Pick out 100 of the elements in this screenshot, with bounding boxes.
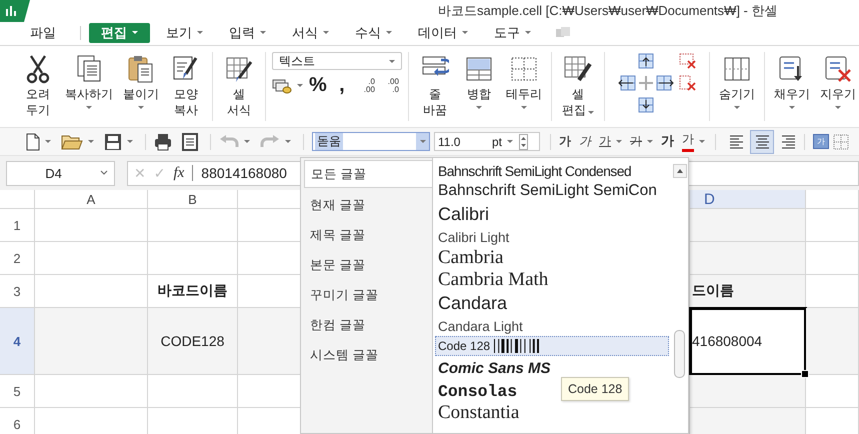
cell-text: 416808004 [692,333,762,349]
caret-icon [127,140,133,143]
ribbon-button[interactable]: 오려 두기 [18,50,58,120]
insert-above-icon[interactable] [638,53,654,69]
font-name-field[interactable]: 돋움 [312,132,430,151]
delete-row-icon[interactable] [679,53,698,69]
column-header[interactable]: A [35,190,148,209]
ribbon-button[interactable]: 모양 복사 [166,50,206,120]
print-icon[interactable] [154,132,172,150]
save-icon[interactable] [104,132,122,150]
text-style-button[interactable]: 가 [661,132,674,151]
new-document-icon[interactable] [26,132,40,150]
column-header[interactable]: D [690,190,806,209]
format-button[interactable]: % [308,74,327,97]
corner-cell[interactable] [0,190,35,209]
text-style-button[interactable]: 가 [599,132,611,150]
menu-tab[interactable]: 편집 [89,22,150,42]
caret-icon [244,140,250,143]
money-icon [272,76,292,94]
row-header[interactable]: 4 [0,308,35,375]
table-cell [806,209,859,242]
dotted-grid-icon[interactable] [833,132,849,150]
number-format-dropdown[interactable]: 텍스트 [272,52,402,70]
insert-below-icon[interactable] [638,97,654,113]
font-list-item[interactable]: Bahnschrift SemiLight SemiCon [435,180,658,202]
align-center-icon[interactable] [750,130,774,154]
menu-tab[interactable]: 수식 [345,22,402,42]
formula-input[interactable]: 88014168080 [201,165,287,181]
font-category-item[interactable]: 본문 글꼴 [304,252,432,278]
font-list-item[interactable]: Constantia [435,402,520,424]
decimal-button[interactable]: .0 .00 [356,78,375,94]
format-button[interactable]: , [332,74,351,97]
spinner-icon[interactable] [519,134,528,150]
font-category-item[interactable]: 시스템 글꼴 [304,342,432,368]
menu-tab[interactable]: 도구 [484,22,541,42]
function-button[interactable]: fx [173,164,184,182]
text-style-button[interactable]: 가 [559,132,571,150]
font-list-item[interactable]: Cambria [435,247,504,269]
currency-button[interactable] [272,76,303,94]
font-category-item[interactable]: 꾸미기 글꼴 [304,282,432,308]
font-category-item[interactable]: 제목 글꼴 [304,222,432,248]
text-style-button[interactable]: 가 [682,131,694,152]
cell-text: CODE128 [160,333,224,349]
row-header[interactable]: 1 [0,209,35,242]
scroll-up-icon[interactable] [672,164,686,178]
chevron-icon [100,170,108,176]
ribbon-button[interactable]: 셀 편집 [558,50,598,120]
font-list-item[interactable]: Calibri Light [435,227,510,247]
ribbon-button[interactable]: 숨기기 [716,50,758,111]
folder-icon[interactable] [61,134,83,150]
text-style-button[interactable]: 가 [630,132,642,150]
row-header[interactable]: 5 [0,375,35,408]
insert-left-icon[interactable] [616,75,636,91]
font-list-item[interactable]: Consolas [435,380,518,402]
caret-icon [88,140,94,143]
font-category-item[interactable]: 한컴 글꼴 [304,312,432,338]
font-list-item[interactable]: Comic Sans MS [435,356,552,380]
ribbon-button[interactable]: 지우기 [816,50,859,111]
ribbon-button[interactable]: 테두리 [503,50,546,111]
font-list-item[interactable]: Cambria Math [435,269,550,291]
font-size-field[interactable]: 11.0 pt [434,132,540,151]
fill-handle[interactable] [801,370,809,378]
font-list-item[interactable]: Calibri [435,202,490,227]
font-list-item[interactable]: Bahnschrift SemiLight Condensed [435,162,632,180]
table-cell [806,375,859,408]
ribbon-button[interactable]: 줄 바꿈 [415,50,456,120]
caret-icon [285,140,291,143]
text-style-button[interactable]: 가 [579,132,591,150]
row-header[interactable]: 6 [0,408,35,434]
decimal-button[interactable]: .00 .0 [380,78,399,94]
font-list-item[interactable]: Code 128 [435,336,669,356]
ribbon-button[interactable]: 병합 [459,50,500,111]
menu-tab[interactable]: 데이터 [408,22,478,42]
delete-column-icon[interactable] [679,75,698,91]
cell-text: 드이름 [692,282,734,300]
table-cell [806,242,859,275]
row-header[interactable]: 2 [0,242,35,275]
caret-icon [507,140,514,143]
caret-icon [45,140,51,143]
tooltip: Code 128 [561,377,630,401]
menu-tab[interactable]: 파일 [20,22,66,42]
scroll-thumb[interactable] [674,330,685,378]
ribbon-button[interactable]: 붙이기 [120,50,162,111]
font-category-item[interactable]: 모든 글꼴 [304,160,432,188]
ribbon-button[interactable]: 셀 서식 [218,50,259,120]
cell-name-box[interactable]: D4 [6,160,115,186]
cell-text: 바코드이름 [158,282,228,300]
column-header[interactable]: B [148,190,238,209]
caret-icon [388,60,395,62]
document-preview-icon[interactable] [182,132,198,150]
menu-tab[interactable]: 서식 [282,22,339,42]
font-category-item[interactable]: 현재 글꼴 [304,192,432,218]
menu-tab[interactable]: 보기 [156,22,213,42]
ribbon-button[interactable]: 복사하기 [62,50,116,111]
font-list-item[interactable]: Candara [435,291,508,316]
insert-right-icon[interactable] [656,75,676,91]
font-list-item[interactable]: Candara Light [435,316,524,336]
ribbon-button[interactable]: 채우기 [770,50,813,111]
caret-icon [420,140,426,143]
menu-tab[interactable]: 입력 [219,22,276,42]
